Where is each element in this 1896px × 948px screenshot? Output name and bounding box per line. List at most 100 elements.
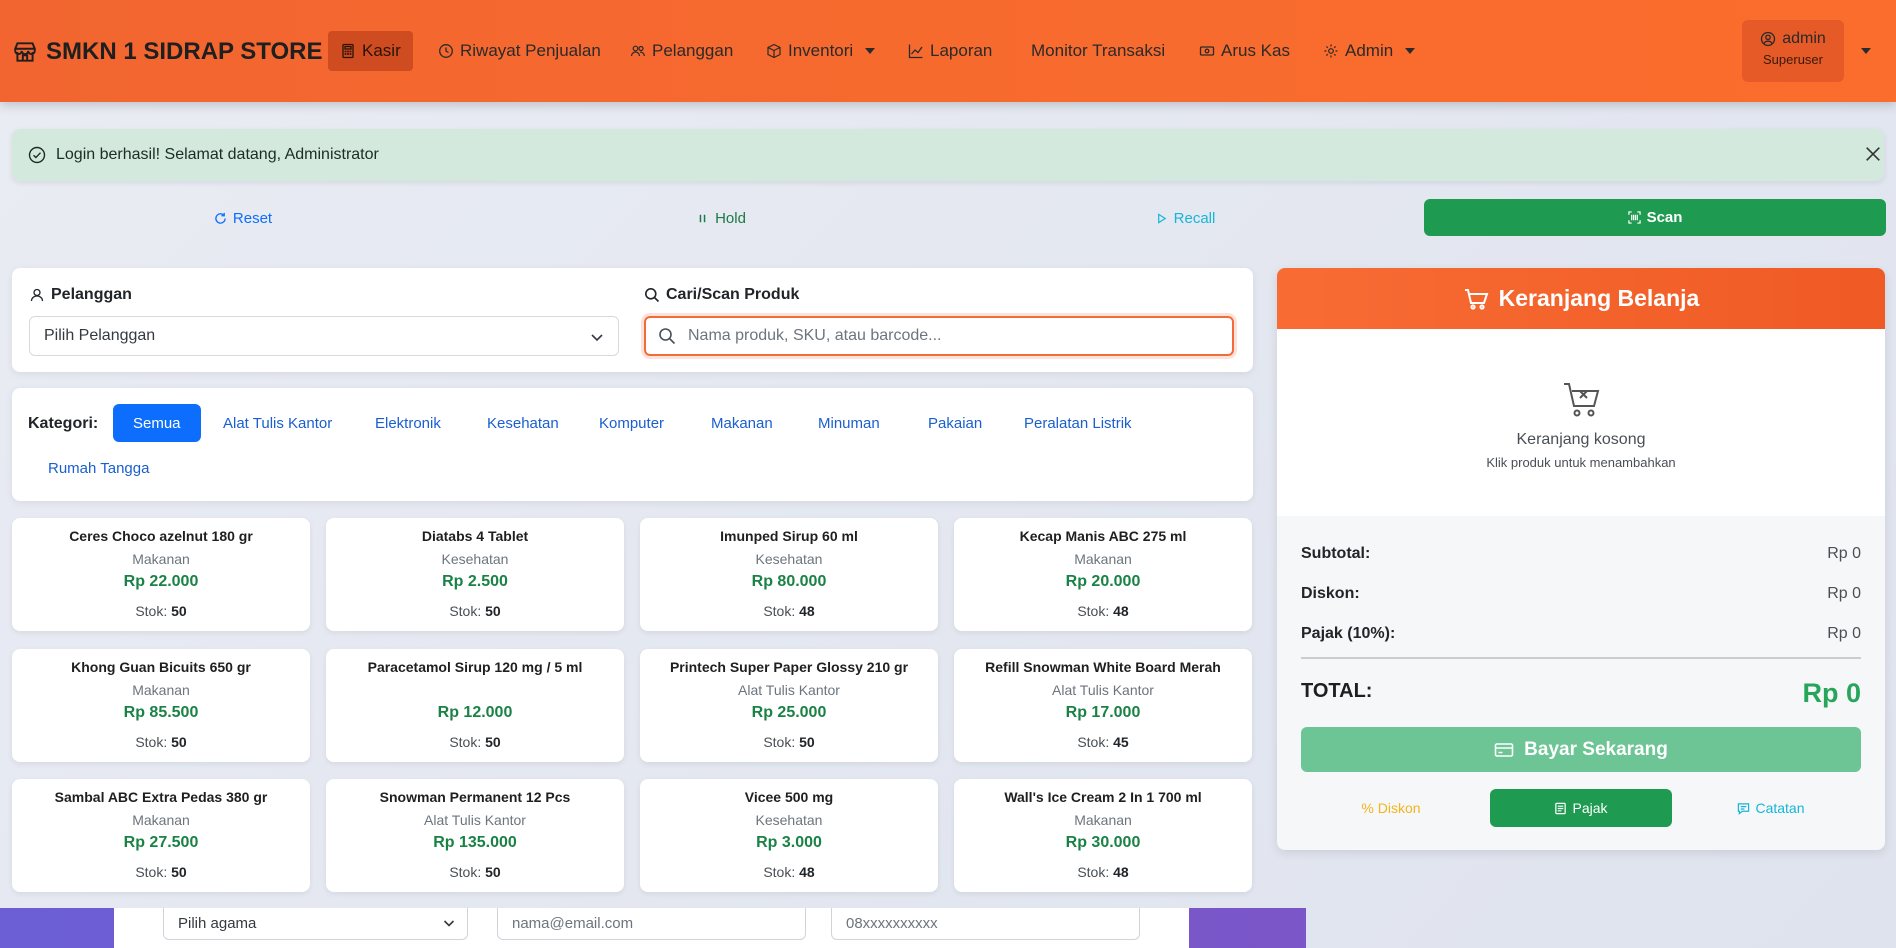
user-dropdown-caret-icon[interactable] xyxy=(1861,48,1871,54)
stock-value: 50 xyxy=(485,734,501,750)
store-icon xyxy=(14,42,36,62)
stock-label: Stok: xyxy=(449,734,482,750)
pajak-value: Rp 0 xyxy=(1827,625,1861,642)
box-icon xyxy=(767,43,781,59)
product-search-input[interactable] xyxy=(688,327,1188,345)
user-menu[interactable]: admin Superuser xyxy=(1742,20,1844,82)
catatan-button[interactable]: Catatan xyxy=(1681,789,1861,827)
pay-now-label: Bayar Sekarang xyxy=(1524,738,1668,760)
category-makanan[interactable]: Makanan xyxy=(691,404,793,442)
product-price: Rp 30.000 xyxy=(1065,834,1141,851)
chevron-down-icon xyxy=(591,334,603,342)
search-label: Cari/Scan Produk xyxy=(666,286,800,303)
cart-items-area: Keranjang kosong Klik produk untuk menam… xyxy=(1277,329,1885,516)
stock-value: 50 xyxy=(171,603,187,619)
close-icon[interactable] xyxy=(1864,145,1882,163)
product-card[interactable]: Refill Snowman White Board Merah Alat Tul… xyxy=(954,649,1252,762)
cart-panel: Keranjang Belanja Keranjang kosong Klik … xyxy=(1277,268,1885,850)
product-card[interactable]: Sambal ABC Extra Pedas 380 gr Makanan Rp 2… xyxy=(12,779,310,892)
product-name: Sambal ABC Extra Pedas 380 gr xyxy=(54,789,268,805)
pajak-button[interactable]: Pajak xyxy=(1490,789,1672,827)
product-card[interactable]: Printech Super Paper Glossy 210 gr Alat T… xyxy=(640,649,938,762)
graph-up-icon xyxy=(908,44,923,59)
product-name: Kecap Manis ABC 275 ml xyxy=(1019,528,1187,544)
product-price: Rp 80.000 xyxy=(751,573,827,590)
product-category: Makanan xyxy=(132,551,190,567)
product-search-field[interactable] xyxy=(644,316,1234,356)
agama-select[interactable]: Pilih agama xyxy=(163,908,468,940)
stock-value: 48 xyxy=(1113,864,1129,880)
hold-button[interactable]: Hold xyxy=(490,199,952,237)
alert-message: Login berhasil! Selamat datang, Administ… xyxy=(56,146,379,163)
dropdown-caret-icon xyxy=(865,48,876,54)
product-card[interactable]: Imunped Sirup 60 ml Kesehatan Rp 80.000 Sto… xyxy=(640,518,938,631)
nav-monitor[interactable]: Monitor Transaksi xyxy=(1019,31,1177,71)
user-circle-icon xyxy=(1761,31,1776,47)
category-peralatan-listrik[interactable]: Peralatan Listrik xyxy=(1004,404,1152,442)
product-card[interactable]: Ceres Choco azelnut 180 gr Makanan Rp 22.0… xyxy=(12,518,310,631)
stock-label: Stok: xyxy=(763,603,796,619)
category-minuman[interactable]: Minuman xyxy=(798,404,900,442)
product-name: Ceres Choco azelnut 180 gr xyxy=(69,528,253,544)
product-price: Rp 25.000 xyxy=(751,704,827,721)
product-category: Alat Tulis Kantor xyxy=(738,682,840,698)
category-elektronik[interactable]: Elektronik xyxy=(355,404,461,442)
nav-admin[interactable]: Admin xyxy=(1311,31,1427,71)
nav-kasir[interactable]: Kasir xyxy=(328,31,413,71)
hold-label: Hold xyxy=(715,209,746,227)
nav-riwayat[interactable]: Riwayat Penjualan xyxy=(426,31,613,71)
phone-field[interactable]: 08xxxxxxxxxx xyxy=(831,908,1140,940)
nav-arus-kas[interactable]: Arus Kas xyxy=(1187,31,1302,71)
product-stock: Stok: 50 xyxy=(12,603,310,619)
nav-arus-kas-label: Arus Kas xyxy=(1221,41,1290,60)
product-card[interactable]: Diatabs 4 Tablet Kesehatan Rp 2.500 Stok: 5… xyxy=(326,518,624,631)
play-icon xyxy=(1157,212,1166,224)
category-komputer[interactable]: Komputer xyxy=(579,404,684,442)
pajak-label: Pajak (10%): xyxy=(1301,625,1396,642)
stock-value: 50 xyxy=(485,603,501,619)
nav-pelanggan[interactable]: Pelanggan xyxy=(618,31,745,71)
diskon-button[interactable]: % Diskon xyxy=(1301,789,1481,827)
nav-laporan[interactable]: Laporan xyxy=(896,31,1004,71)
stock-value: 48 xyxy=(799,864,815,880)
product-category: Kesehatan xyxy=(755,812,823,828)
category-pakaian[interactable]: Pakaian xyxy=(908,404,1002,442)
product-card[interactable]: Kecap Manis ABC 275 ml Makanan Rp 20.000 St… xyxy=(954,518,1252,631)
product-stock: Stok: 50 xyxy=(326,734,624,750)
stock-value: 50 xyxy=(171,734,187,750)
category-semua[interactable]: Semua xyxy=(113,404,201,442)
product-card[interactable]: Khong Guan Bicuits 650 gr Makanan Rp 85.50… xyxy=(12,649,310,762)
nav-admin-label: Admin xyxy=(1345,41,1394,60)
pay-now-button[interactable]: Bayar Sekarang xyxy=(1301,727,1861,772)
customer-label-row: Pelanggan xyxy=(29,286,132,304)
reset-button[interactable]: Reset xyxy=(12,199,474,237)
product-card[interactable]: Vicee 500 mg Kesehatan Rp 3.000 Stok: 48 xyxy=(640,779,938,892)
nav-inventori[interactable]: Inventori xyxy=(754,31,887,71)
category-alat-tulis-kantor[interactable]: Alat Tulis Kantor xyxy=(203,404,352,442)
brand[interactable]: SMKN 1 SIDRAP STORE xyxy=(12,36,323,68)
product-price: Rp 22.000 xyxy=(123,573,199,590)
category-rumah-tangga[interactable]: Rumah Tangga xyxy=(28,449,169,487)
search-icon xyxy=(645,288,660,303)
product-name: Khong Guan Bicuits 650 gr xyxy=(71,659,251,675)
product-card[interactable]: Wall's Ice Cream 2 In 1 700 ml Makanan Rp … xyxy=(954,779,1252,892)
product-stock: Stok: 48 xyxy=(640,864,938,880)
category-kesehatan[interactable]: Kesehatan xyxy=(467,404,579,442)
refresh-icon xyxy=(215,212,226,224)
customer-select[interactable]: Pilih Pelanggan xyxy=(29,316,619,356)
recall-button[interactable]: Recall xyxy=(954,199,1416,237)
chevron-down-icon xyxy=(443,920,455,927)
cart-empty-text: Keranjang kosong xyxy=(1516,431,1646,448)
product-stock: Stok: 48 xyxy=(640,603,938,619)
product-card[interactable]: Snowman Permanent 12 Pcs Alat Tulis Kanto… xyxy=(326,779,624,892)
people-icon xyxy=(630,45,645,57)
scan-label: Scan xyxy=(1646,209,1683,226)
scan-button[interactable]: Scan xyxy=(1424,199,1886,236)
stock-label: Stok: xyxy=(1077,603,1110,619)
clock-history-icon xyxy=(439,44,453,58)
product-card[interactable]: Paracetamol Sirup 120 mg / 5 ml Rp 12.000… xyxy=(326,649,624,762)
product-price: Rp 27.500 xyxy=(123,834,199,851)
email-field[interactable]: nama@email.com xyxy=(497,908,806,940)
stock-label: Stok: xyxy=(1077,734,1110,750)
product-category: Alat Tulis Kantor xyxy=(1052,682,1154,698)
